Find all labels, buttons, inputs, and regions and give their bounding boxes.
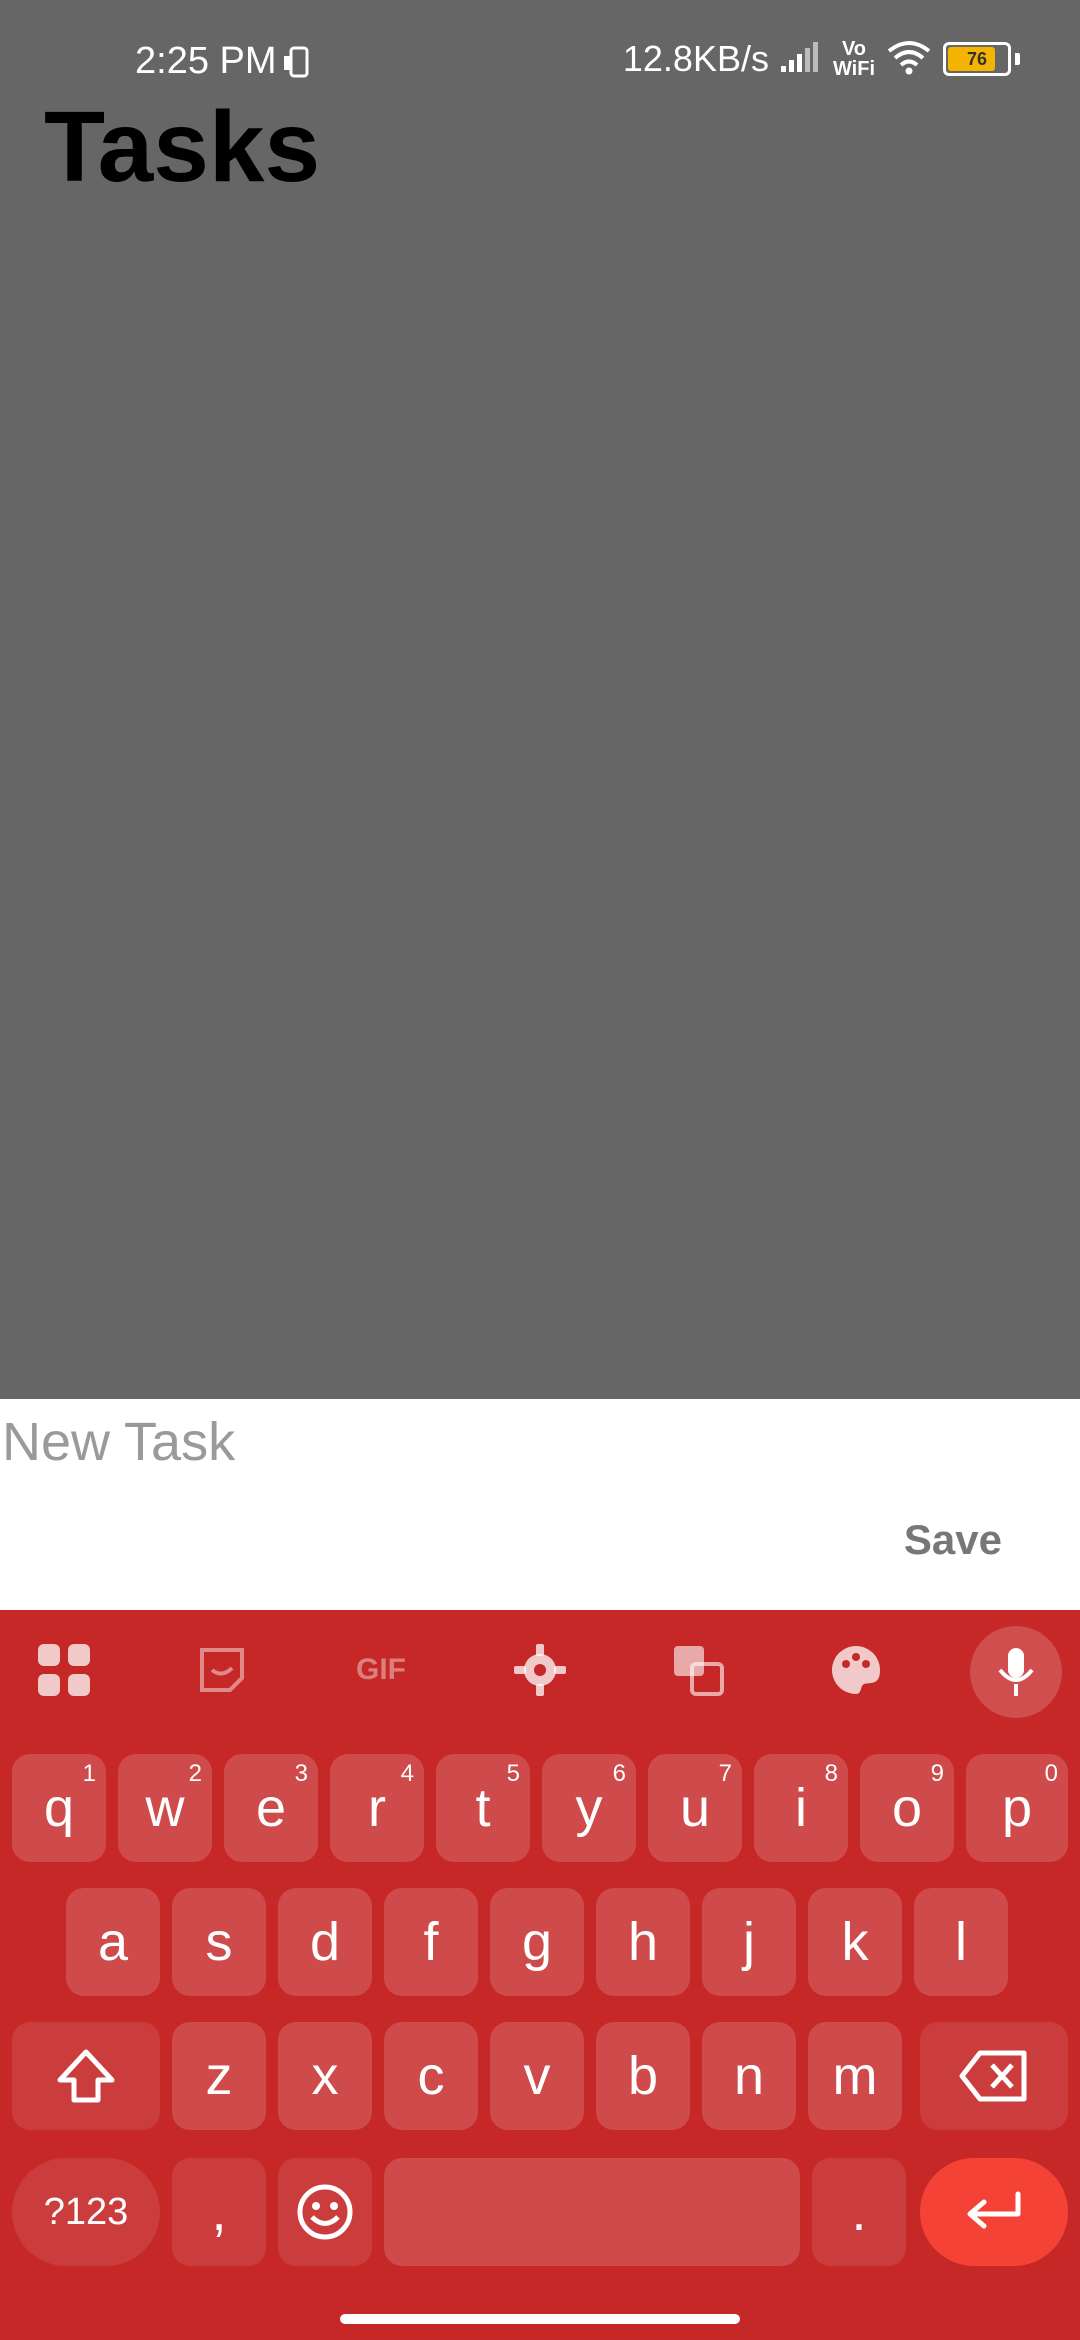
key-u[interactable]: u7 bbox=[648, 1754, 742, 1862]
key-w[interactable]: w2 bbox=[118, 1754, 212, 1862]
key-hint: 7 bbox=[718, 1760, 732, 1787]
key-p[interactable]: p0 bbox=[966, 1754, 1068, 1862]
key-h[interactable]: h bbox=[596, 1888, 690, 1996]
key-c[interactable]: c bbox=[384, 2022, 478, 2130]
page-title: Tasks bbox=[44, 91, 321, 203]
key-j[interactable]: j bbox=[702, 1888, 796, 1996]
key-l[interactable]: l bbox=[914, 1888, 1008, 1996]
home-indicator[interactable] bbox=[340, 2314, 740, 2324]
emoji-key[interactable] bbox=[278, 2158, 372, 2266]
backspace-key[interactable] bbox=[920, 2022, 1068, 2130]
battery-cap bbox=[1015, 53, 1020, 65]
key-g[interactable]: g bbox=[490, 1888, 584, 1996]
space-key[interactable] bbox=[384, 2158, 800, 2266]
key-hint: 6 bbox=[612, 1760, 626, 1787]
mic-icon[interactable] bbox=[970, 1626, 1062, 1718]
key-hint: 8 bbox=[824, 1760, 838, 1787]
key-label: e bbox=[255, 1778, 287, 1838]
key-label: w bbox=[145, 1778, 185, 1838]
status-indicators: 12.8KB/s Vo WiFi 76 bbox=[623, 38, 1020, 80]
translate-icon[interactable] bbox=[668, 1640, 728, 1700]
key-o[interactable]: o9 bbox=[860, 1754, 954, 1862]
status-time: 2:25 PM bbox=[135, 40, 277, 82]
apps-icon[interactable] bbox=[34, 1640, 94, 1700]
key-label: t bbox=[475, 1778, 491, 1838]
key-x[interactable]: x bbox=[278, 2022, 372, 2130]
new-task-input[interactable] bbox=[0, 1407, 1080, 1477]
status-bar: 2:25 PM 12.8KB/s Vo WiFi 76 bbox=[0, 0, 1080, 100]
sticker-icon[interactable] bbox=[192, 1640, 252, 1700]
enter-key[interactable] bbox=[920, 2158, 1068, 2266]
backspace-icon bbox=[959, 2050, 1027, 2102]
new-task-panel: Save bbox=[0, 1399, 1080, 1610]
palette-icon[interactable] bbox=[826, 1640, 886, 1700]
key-y[interactable]: y6 bbox=[542, 1754, 636, 1862]
save-button[interactable]: Save bbox=[898, 1515, 1008, 1565]
key-hint: 2 bbox=[188, 1760, 202, 1787]
gear-icon[interactable] bbox=[510, 1640, 570, 1700]
key-v[interactable]: v bbox=[490, 2022, 584, 2130]
key-label: q bbox=[43, 1778, 75, 1838]
key-hint: 0 bbox=[1044, 1760, 1058, 1787]
key-label: p bbox=[1001, 1778, 1033, 1838]
shift-icon bbox=[57, 2049, 115, 2103]
key-i[interactable]: i8 bbox=[754, 1754, 848, 1862]
battery-level: 76 bbox=[966, 48, 988, 69]
key-hint: 9 bbox=[930, 1760, 944, 1787]
key-m[interactable]: m bbox=[808, 2022, 902, 2130]
keyboard-toolbar: GIF bbox=[0, 1610, 1080, 1730]
network-speed: 12.8KB/s bbox=[622, 38, 769, 79]
enter-icon bbox=[967, 2191, 1021, 2229]
shift-key[interactable] bbox=[12, 2022, 160, 2130]
key-label: i bbox=[795, 1778, 807, 1838]
key-q[interactable]: q1 bbox=[12, 1754, 106, 1862]
key-hint: 1 bbox=[82, 1760, 96, 1787]
key-n[interactable]: n bbox=[702, 2022, 796, 2130]
key-label: u bbox=[679, 1778, 711, 1838]
vowifi-indicator: Vo WiFi bbox=[833, 39, 875, 79]
key-f[interactable]: f bbox=[384, 1888, 478, 1996]
signal-icon bbox=[779, 40, 823, 79]
key-b[interactable]: b bbox=[596, 2022, 690, 2130]
wifi-icon bbox=[885, 39, 933, 80]
key-r[interactable]: r4 bbox=[330, 1754, 424, 1862]
key-k[interactable]: k bbox=[808, 1888, 902, 1996]
key-label: y bbox=[575, 1778, 603, 1838]
key-a[interactable]: a bbox=[66, 1888, 160, 1996]
key-e[interactable]: e3 bbox=[224, 1754, 318, 1862]
phone-sync-icon bbox=[282, 46, 316, 85]
key-label: o bbox=[891, 1778, 923, 1838]
vowifi-top: Vo bbox=[841, 38, 867, 60]
period-key[interactable]: . bbox=[812, 2158, 906, 2266]
battery-indicator: 76 bbox=[943, 42, 1011, 76]
vowifi-bottom: WiFi bbox=[832, 58, 875, 80]
key-label: r bbox=[368, 1778, 386, 1838]
key-t[interactable]: t5 bbox=[436, 1754, 530, 1862]
key-hint: 4 bbox=[400, 1760, 414, 1787]
comma-key[interactable]: , bbox=[172, 2158, 266, 2266]
gif-icon[interactable]: GIF bbox=[348, 1640, 414, 1700]
key-hint: 3 bbox=[294, 1760, 308, 1787]
keyboard: GIF q1 w2 e3 r4 t5 y6 u7 i 8 o 9 p 0 a s… bbox=[0, 1610, 1080, 2340]
symbols-key[interactable]: ?123 bbox=[12, 2158, 160, 2266]
key-hint: 5 bbox=[506, 1760, 520, 1787]
emoji-icon bbox=[297, 2184, 353, 2240]
key-d[interactable]: d bbox=[278, 1888, 372, 1996]
key-s[interactable]: s bbox=[172, 1888, 266, 1996]
key-z[interactable]: z bbox=[172, 2022, 266, 2130]
